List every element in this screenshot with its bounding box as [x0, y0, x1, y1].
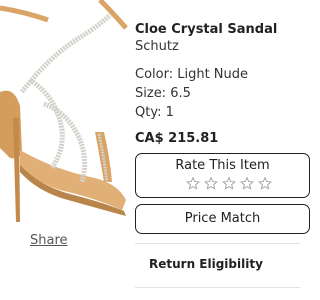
product-price: CA$ 215.81 [135, 131, 219, 146]
product-image [0, 0, 128, 222]
star-outline-icon[interactable] [240, 175, 254, 192]
sandal-ankle-strap-back [0, 5, 49, 23]
price-match-button[interactable]: Price Match [135, 204, 310, 234]
rating-stars[interactable] [186, 175, 276, 192]
return-eligibility-toggle[interactable]: Return Eligibility [149, 257, 263, 271]
star-outline-icon[interactable] [204, 175, 218, 192]
sandal-tie-strap [98, 0, 128, 30]
sandal-crystal-strap-2 [28, 77, 65, 170]
product-color: Color: Light Nude [135, 67, 249, 82]
share-link[interactable]: Share [30, 233, 68, 248]
product-brand[interactable]: Schutz [135, 39, 179, 54]
rate-item-box[interactable]: Rate This Item [135, 153, 310, 198]
product-size: Size: 6.5 [135, 86, 191, 101]
star-outline-icon[interactable] [222, 175, 236, 192]
divider [135, 287, 300, 288]
rate-item-label: Rate This Item [175, 158, 270, 173]
divider [135, 243, 300, 244]
product-title: Cloe Crystal Sandal [135, 22, 278, 37]
sandal-toe-strap [95, 132, 112, 182]
star-outline-icon[interactable] [186, 175, 200, 192]
sandal-heel [13, 118, 20, 222]
star-outline-icon[interactable] [258, 175, 272, 192]
product-quantity: Qty: 1 [135, 105, 174, 120]
